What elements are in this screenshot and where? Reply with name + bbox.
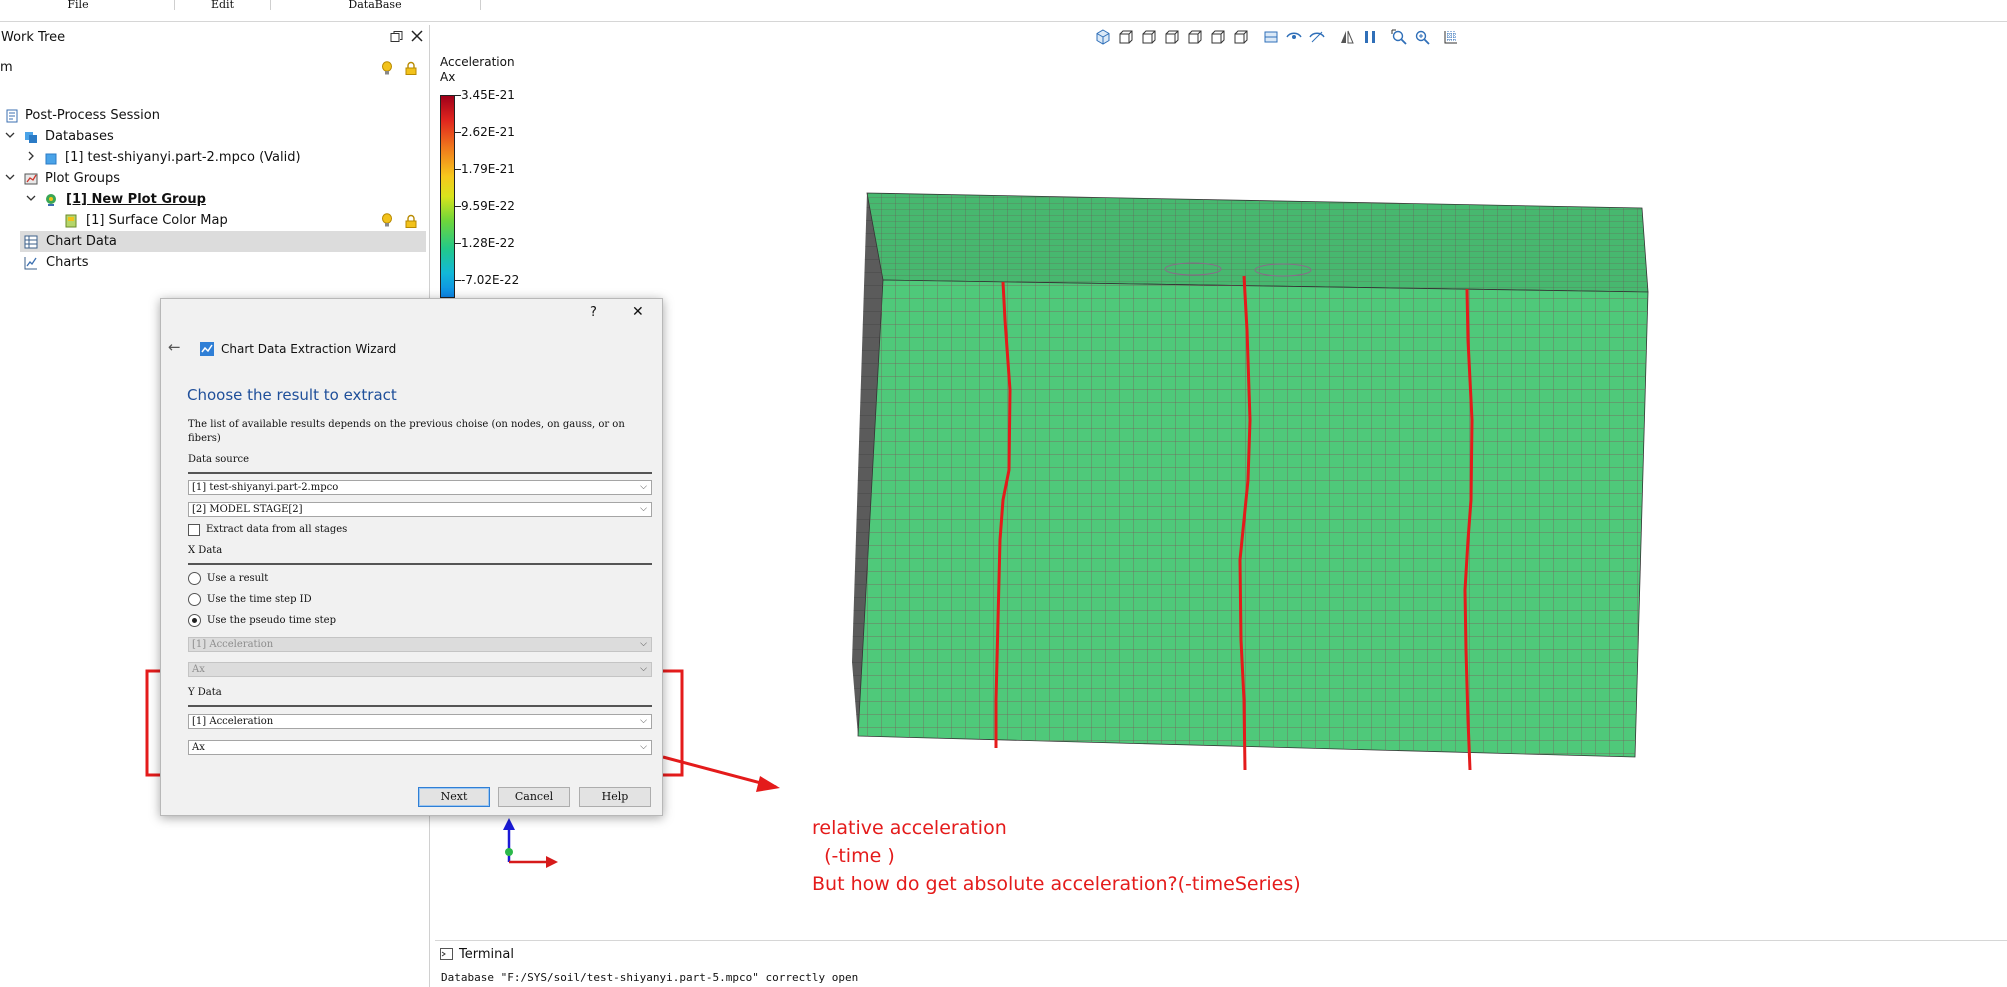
help-button[interactable]: Help: [579, 787, 651, 807]
x-component-select: Ax ⌵: [188, 662, 652, 677]
select-value: [1] test-shiyanyi.part-2.mpco: [192, 482, 339, 493]
radio-label: Use the pseudo time step: [207, 615, 336, 626]
chevron-down-icon: ⌵: [640, 664, 647, 674]
wizard-heading: Choose the result to extract: [187, 386, 397, 404]
terminal-icon: [440, 948, 453, 964]
close-icon[interactable]: ✕: [632, 304, 644, 320]
wizard-icon: [199, 341, 215, 361]
next-button[interactable]: Next: [418, 787, 490, 807]
x-pseudo-time-step-radio[interactable]: [188, 614, 201, 627]
chevron-down-icon: ⌵: [640, 482, 647, 492]
y-data-label: Y Data: [188, 687, 222, 698]
section-divider: [188, 563, 652, 565]
y-component-select[interactable]: Ax ⌵: [188, 740, 652, 755]
x-use-result-radio[interactable]: [188, 572, 201, 585]
radio-label: Use a result: [207, 573, 269, 584]
mesh-front-face-grid: [858, 280, 1648, 757]
wizard-title: Chart Data Extraction Wizard: [221, 342, 397, 356]
data-source-label: Data source: [188, 454, 250, 465]
y-result-select[interactable]: [1] Acceleration ⌵: [188, 714, 652, 729]
axis-triad: [503, 818, 558, 868]
wizard-description: The list of available results depends on…: [188, 419, 625, 444]
x-time-step-id-radio[interactable]: [188, 593, 201, 606]
back-arrow-icon[interactable]: ←: [168, 338, 181, 356]
section-divider: [188, 472, 652, 474]
annotation-line-3: But how do get absolute acceleration?(-t…: [812, 873, 1301, 895]
x-data-label: X Data: [188, 545, 223, 556]
chart-data-wizard-dialog: ? ✕ ← Chart Data Extraction Wizard Choos…: [160, 298, 663, 816]
help-icon[interactable]: ?: [590, 305, 597, 320]
select-value: Ax: [192, 742, 205, 753]
data-source-select[interactable]: [1] test-shiyanyi.part-2.mpco ⌵: [188, 480, 652, 495]
radio-label: Use the time step ID: [207, 594, 312, 605]
select-value: [1] Acceleration: [192, 716, 274, 727]
annotation-line-1: relative acceleration: [812, 817, 1007, 839]
terminal-title: Terminal: [459, 947, 514, 962]
chevron-down-icon: ⌵: [640, 504, 647, 514]
chevron-down-icon: ⌵: [640, 639, 647, 649]
terminal-output: Database "F:/SYS/soil/test-shiyanyi.part…: [441, 971, 859, 984]
extract-all-checkbox[interactable]: [188, 524, 200, 536]
terminal-panel: Terminal Database "F:/SYS/soil/test-shiy…: [435, 940, 2007, 987]
red-arrow-head: [756, 776, 780, 792]
cancel-button[interactable]: Cancel: [498, 787, 570, 807]
stage-select[interactable]: [2] MODEL STAGE[2] ⌵: [188, 502, 652, 517]
chevron-down-icon: ⌵: [640, 716, 647, 726]
annotation-line-2: (-time ): [812, 845, 895, 867]
extract-all-label: Extract data from all stages: [206, 524, 348, 535]
select-value: Ax: [192, 664, 205, 675]
section-divider: [188, 705, 652, 707]
x-result-select: [1] Acceleration ⌵: [188, 637, 652, 652]
mesh-top-face-grid: [867, 193, 1648, 292]
chevron-down-icon: ⌵: [640, 742, 647, 752]
select-value: [1] Acceleration: [192, 639, 274, 650]
select-value: [2] MODEL STAGE[2]: [192, 504, 303, 515]
